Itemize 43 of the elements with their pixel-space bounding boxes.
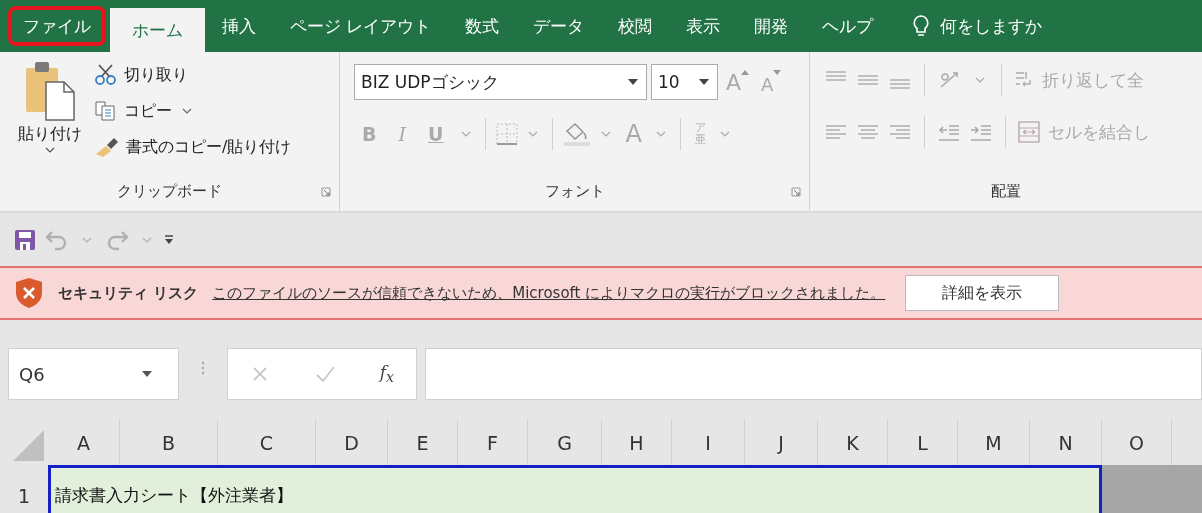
caret-icon[interactable] [182, 108, 192, 114]
insert-function-button[interactable]: f$_{x}$ [379, 362, 395, 386]
dropdown-arrow-icon[interactable] [142, 371, 152, 377]
ribbon-tab[interactable]: データ [516, 0, 602, 52]
copy-button[interactable]: コピー [94, 96, 292, 126]
warning-message-link[interactable]: このファイルのソースが信頼できないため、Microsoft によりマクロの実行がブロックされました。 [212, 283, 886, 303]
group-label: クリップボード [117, 181, 222, 201]
group-label: 配置 [991, 181, 1021, 201]
copy-icon [94, 100, 118, 122]
ribbon-tab[interactable]: 開発 [737, 0, 806, 52]
customize-toolbar-icon[interactable] [164, 234, 174, 245]
check-icon[interactable] [313, 364, 336, 384]
paintbrush-icon [94, 136, 120, 158]
name-box[interactable]: Q6 [8, 348, 179, 400]
row-header[interactable]: 1 [0, 465, 48, 513]
ribbon-tab[interactable]: ヘルプ [805, 0, 891, 52]
paste-button[interactable]: 貼り付け [10, 60, 90, 171]
down-triangle-icon [773, 69, 782, 75]
merged-cell[interactable]: 請求書入力シート【外注業者】 [48, 465, 1102, 513]
ribbon-tab[interactable]: ページ レイアウト [273, 0, 449, 52]
up-triangle-icon [741, 69, 750, 75]
lightbulb-icon [912, 14, 931, 38]
ribbon-tab[interactable]: 挿入 [205, 0, 273, 52]
ribbon-tab[interactable]: 表示 [669, 0, 738, 52]
ribbon-tab[interactable]: 数式 [448, 0, 517, 52]
shield-error-icon [14, 277, 44, 309]
formula-input-field[interactable] [425, 348, 1202, 400]
cut-button[interactable]: 切り取り [94, 60, 292, 90]
merge-cells-icon [1018, 121, 1040, 143]
ribbon-tab[interactable]: ホーム [110, 8, 205, 52]
dialog-launcher-icon[interactable] [321, 187, 331, 197]
grip-dots-icon [201, 360, 205, 376]
ribbon-tab[interactable]: ファイル [8, 6, 106, 46]
group-label: フォント [544, 181, 605, 201]
caret-icon[interactable] [45, 147, 55, 153]
format-painter-button[interactable]: 書式のコピー/貼り付け [94, 132, 292, 162]
clipboard-icon [24, 60, 76, 122]
tell-me-search[interactable]: 何をしますか [940, 14, 1043, 38]
warning-title: セキュリティ リスク [58, 283, 199, 303]
scissors-icon [94, 64, 118, 86]
save-icon[interactable] [14, 228, 36, 251]
show-details-button[interactable]: 詳細を表示 [905, 275, 1060, 311]
ribbon-tab[interactable]: 校閲 [601, 0, 670, 52]
